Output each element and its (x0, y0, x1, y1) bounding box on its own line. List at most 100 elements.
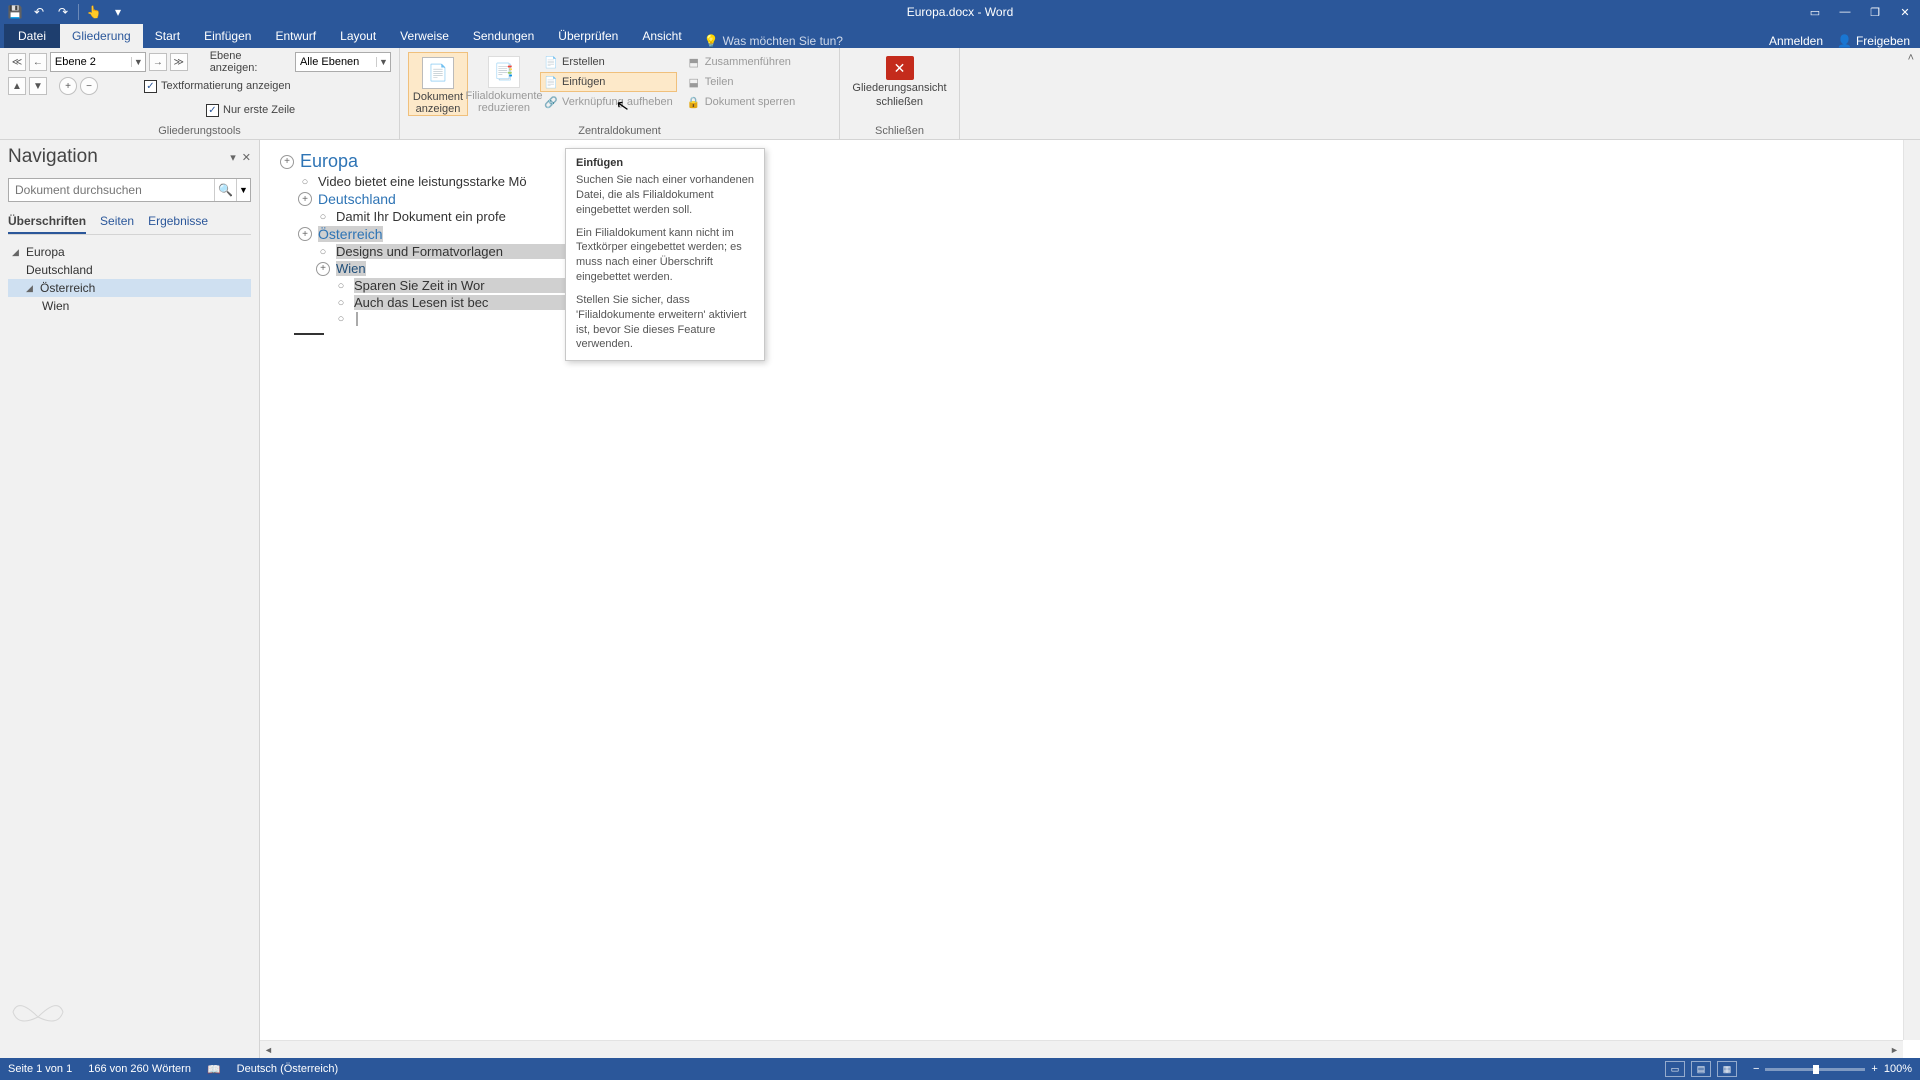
first-line-only-checkbox[interactable]: ✓ Nur erste Zeile (206, 101, 295, 119)
signin-button[interactable]: Anmelden (1769, 34, 1823, 48)
zoom-level-label[interactable]: 100% (1884, 1063, 1912, 1075)
checkbox-checked-icon: ✓ (144, 80, 157, 93)
ribbon-group-outlining-tools: ≪ ← ▼ → ≫ Ebene anzeigen: ▼ ▲ ▼ + (0, 48, 400, 139)
nav-tab-headings[interactable]: Überschriften (8, 214, 86, 234)
expand-marker-icon[interactable]: + (298, 192, 312, 206)
navtree-item-oesterreich[interactable]: ◢ Österreich (8, 279, 251, 297)
touch-mode-button[interactable]: 👆 (83, 2, 105, 22)
navpane-dropdown-button[interactable]: ▾ (230, 151, 236, 164)
vertical-scrollbar[interactable] (1903, 140, 1920, 1040)
navtree-item-wien[interactable]: Wien (8, 297, 251, 315)
nav-search-box[interactable]: 🔍 ▼ (8, 178, 251, 202)
tab-design[interactable]: Entwurf (263, 24, 328, 48)
nav-headings-tree: ◢ Europa Deutschland ◢ Österreich Wien (8, 243, 251, 315)
collapse-twisty-icon[interactable]: ◢ (12, 247, 22, 258)
zoom-in-button[interactable]: + (1871, 1063, 1877, 1075)
minimize-button[interactable]: — (1830, 0, 1860, 24)
zoom-slider[interactable] (1765, 1068, 1865, 1071)
status-proofing-icon[interactable]: 📖 (207, 1063, 221, 1076)
expand-marker-icon[interactable]: + (280, 155, 294, 169)
view-buttons: ▭ ▤ ▦ (1665, 1061, 1737, 1077)
navpane-close-button[interactable]: ✕ (242, 151, 251, 164)
show-document-button[interactable]: 📄 Dokument anzeigen (408, 52, 468, 116)
move-up-button[interactable]: ▲ (8, 77, 26, 95)
outline-heading-1[interactable]: Europa (300, 151, 358, 172)
create-icon: 📄 (544, 55, 558, 69)
tab-review[interactable]: Überprüfen (546, 24, 630, 48)
ribbon-display-options-button[interactable]: ▭ (1800, 0, 1830, 24)
expand-marker-icon[interactable]: + (298, 227, 312, 241)
qat-customize-button[interactable]: ▾ (107, 2, 129, 22)
unlink-icon: 🔗 (544, 95, 558, 109)
promote-button[interactable]: ← (29, 53, 47, 71)
collapse-button[interactable]: − (80, 77, 98, 95)
outline-heading-2[interactable]: Deutschland (318, 191, 396, 207)
show-formatting-checkbox[interactable]: ✓ Textformatierung anzeigen (144, 77, 291, 95)
collapse-icon: 📑 (488, 56, 520, 88)
tab-layout[interactable]: Layout (328, 24, 388, 48)
status-language[interactable]: Deutsch (Österreich) (237, 1063, 338, 1075)
insert-subdoc-button[interactable]: 📄 Einfügen (540, 72, 677, 92)
status-page[interactable]: Seite 1 von 1 (8, 1063, 72, 1075)
outline-heading-2-selected[interactable]: Österreich (318, 226, 383, 242)
tab-mailings[interactable]: Sendungen (461, 24, 546, 48)
title-bar: 💾 ↶ ↷ 👆 ▾ Europa.docx - Word ▭ — ❐ ✕ (0, 0, 1920, 24)
ribbon-group-close: ✕ Gliederungsansicht schließen Schließen (840, 48, 960, 139)
nav-tab-results[interactable]: Ergebnisse (148, 214, 208, 234)
dropdown-icon[interactable]: ▼ (131, 57, 145, 67)
tab-insert[interactable]: Einfügen (192, 24, 263, 48)
expand-button[interactable]: + (59, 77, 77, 95)
document-area[interactable]: +Europa ○Video bietet eine leistungsstar… (260, 140, 1920, 1058)
close-outline-view-button[interactable]: ✕ Gliederungsansicht schließen (850, 52, 950, 108)
status-word-count[interactable]: 166 von 260 Wörtern (88, 1063, 191, 1075)
redo-button[interactable]: ↷ (52, 2, 74, 22)
save-button[interactable]: 💾 (4, 2, 26, 22)
view-print-layout-button[interactable]: ▤ (1691, 1061, 1711, 1077)
tab-outlining[interactable]: Gliederung (60, 24, 143, 48)
zoom-out-button[interactable]: − (1753, 1063, 1759, 1075)
demote-to-body-button[interactable]: ≫ (170, 53, 188, 71)
nav-tab-pages[interactable]: Seiten (100, 214, 134, 234)
show-level-input[interactable] (296, 56, 376, 68)
search-icon[interactable]: 🔍 (214, 179, 236, 201)
demote-button[interactable]: → (149, 53, 167, 71)
navtree-item-deutschland[interactable]: Deutschland (8, 261, 251, 279)
first-line-only-label: Nur erste Zeile (223, 104, 295, 116)
nav-search-input[interactable] (9, 179, 214, 201)
window-title: Europa.docx - Word (907, 5, 1014, 19)
ribbon-group-label: Zentraldokument (408, 123, 831, 137)
horizontal-scrollbar[interactable]: ◄ ► (260, 1040, 1903, 1058)
create-subdoc-button[interactable]: 📄 Erstellen (540, 52, 677, 72)
tab-view[interactable]: Ansicht (630, 24, 693, 48)
share-button[interactable]: 👤 Freigeben (1837, 34, 1910, 48)
navtree-label: Österreich (40, 281, 95, 295)
tell-me-search[interactable]: 💡 Was möchten Sie tun? (704, 34, 843, 48)
undo-button[interactable]: ↶ (28, 2, 50, 22)
merge-subdoc-button: ⬒ Zusammenführen (683, 52, 800, 72)
expand-marker-icon[interactable]: + (316, 262, 330, 276)
zoom-thumb[interactable] (1813, 1065, 1819, 1074)
collapse-ribbon-button[interactable]: ˄ (1908, 52, 1914, 64)
move-down-button[interactable]: ▼ (29, 77, 47, 95)
dropdown-icon[interactable]: ▼ (376, 57, 390, 67)
show-level-combo[interactable]: ▼ (295, 52, 391, 72)
tab-file[interactable]: Datei (4, 24, 60, 48)
outline-level-input[interactable] (51, 56, 131, 68)
promote-to-heading1-button[interactable]: ≪ (8, 53, 26, 71)
search-dropdown-button[interactable]: ▼ (236, 179, 250, 201)
close-outline-label-1: Gliederungsansicht (852, 82, 946, 94)
outline-heading-3-selected[interactable]: Wien (336, 261, 366, 276)
view-web-layout-button[interactable]: ▦ (1717, 1061, 1737, 1077)
collapse-twisty-icon[interactable]: ◢ (26, 283, 36, 294)
scroll-right-button[interactable]: ► (1886, 1041, 1903, 1058)
view-read-mode-button[interactable]: ▭ (1665, 1061, 1685, 1077)
main-area: Navigation ▾ ✕ 🔍 ▼ Überschriften Seiten … (0, 140, 1920, 1058)
tab-start[interactable]: Start (143, 24, 192, 48)
navtree-item-europa[interactable]: ◢ Europa (8, 243, 251, 261)
checkbox-checked-icon: ✓ (206, 104, 219, 117)
restore-button[interactable]: ❐ (1860, 0, 1890, 24)
tab-references[interactable]: Verweise (388, 24, 461, 48)
scroll-left-button[interactable]: ◄ (260, 1041, 277, 1058)
close-window-button[interactable]: ✕ (1890, 0, 1920, 24)
outline-level-combo[interactable]: ▼ (50, 52, 146, 72)
